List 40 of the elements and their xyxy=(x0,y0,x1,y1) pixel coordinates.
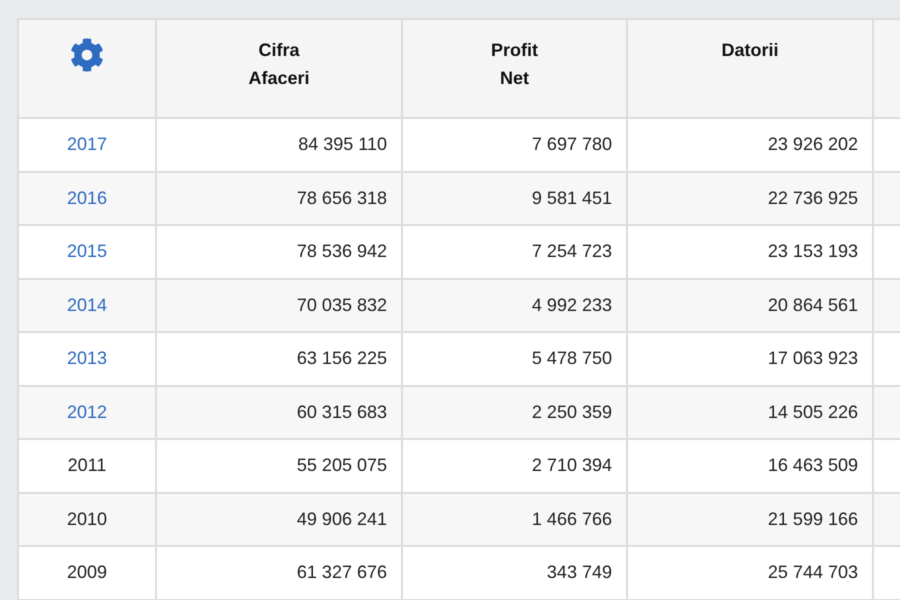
column-header: Profit Net xyxy=(491,39,538,90)
table-cell: 9 581 451 xyxy=(402,172,627,225)
year-link[interactable]: 2013 xyxy=(66,348,108,368)
table-cell: 63 156 225 xyxy=(156,332,402,386)
table-cell: 20 864 561 xyxy=(627,278,873,332)
year-link[interactable]: 2015 xyxy=(66,241,108,262)
year-link[interactable]: 2014 xyxy=(66,294,108,315)
table-cell: 23 153 193 xyxy=(627,225,873,278)
year-link[interactable]: 2012 xyxy=(66,402,108,422)
year-text: 2009 xyxy=(66,562,108,582)
table-cell: 84 395 110 xyxy=(156,118,402,172)
year-text: 2010 xyxy=(66,508,108,529)
table-cell: 22 736 925 xyxy=(627,172,873,225)
column-header: Datorii xyxy=(721,39,778,62)
table-cell: 2 710 394 xyxy=(402,439,627,492)
table-cell: 4 992 233 xyxy=(402,278,627,332)
year-text: 2011 xyxy=(68,455,106,476)
table-cell: 55 205 075 xyxy=(156,439,402,492)
year-link[interactable]: 2016 xyxy=(66,188,108,208)
table-cell: 78 536 942 xyxy=(156,225,402,278)
column-header: Cifra Afaceri xyxy=(248,39,310,90)
table-cell: 5 478 750 xyxy=(402,332,627,386)
table-cell: 25 744 703 xyxy=(627,546,873,600)
table-cell: 49 906 241 xyxy=(156,492,402,546)
table-cell: 7 254 723 xyxy=(402,225,627,278)
table-cell: 1 466 766 xyxy=(402,492,627,546)
table-cell: 343 749 xyxy=(402,546,627,600)
table-cell: 17 063 923 xyxy=(627,332,873,386)
table-cell: 7 697 780 xyxy=(402,118,627,172)
table-cell: 21 599 166 xyxy=(627,492,873,546)
table-cell: 60 315 683 xyxy=(156,386,402,439)
table-cell: 70 035 832 xyxy=(156,278,402,332)
table-cell: 23 926 202 xyxy=(627,118,873,172)
table-cell: 61 327 676 xyxy=(156,546,402,600)
table-cell: 78 656 318 xyxy=(156,172,402,225)
table-cell: 2 250 359 xyxy=(402,386,627,439)
table-cell: 14 505 226 xyxy=(627,386,873,439)
settings-icon[interactable] xyxy=(70,38,104,72)
year-link[interactable]: 2017 xyxy=(66,134,108,154)
table-cell: 16 463 509 xyxy=(627,439,873,492)
